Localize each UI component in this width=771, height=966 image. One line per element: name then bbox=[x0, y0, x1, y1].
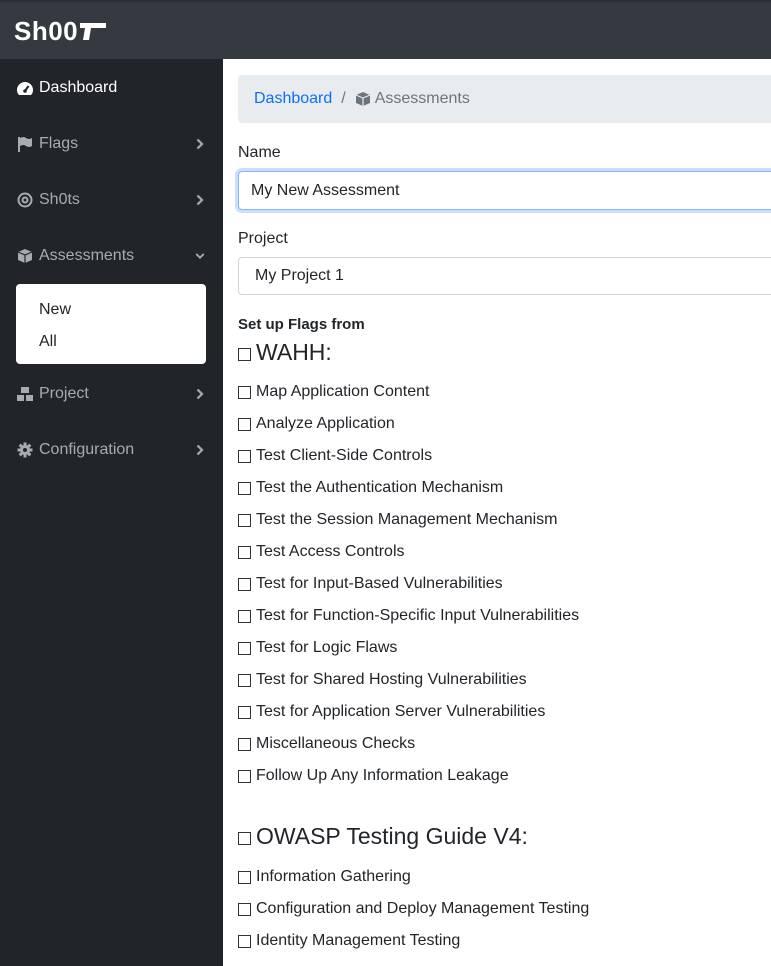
flag-checkbox[interactable] bbox=[238, 417, 251, 431]
flag-label: Identity Management Testing bbox=[256, 932, 461, 949]
flag-checkbox-row: Test for Logic Flaws bbox=[238, 638, 397, 658]
flag-checkbox-row: Test for Input-Based Vulnerabilities bbox=[238, 574, 503, 594]
flag-checkbox-row: Miscellaneous Checks bbox=[238, 734, 415, 754]
sidebar-item-label: Sh0ts bbox=[39, 191, 80, 208]
flag-label: Test for Application Server Vulnerabilit… bbox=[256, 703, 546, 720]
gauge-icon bbox=[16, 79, 34, 97]
flag-label: Test for Input-Based Vulnerabilities bbox=[256, 575, 503, 592]
logo-text: Sh00 bbox=[14, 15, 79, 46]
name-label: Name bbox=[238, 144, 281, 161]
flag-checkbox-row: Test Access Controls bbox=[238, 542, 405, 562]
flag-label: Test the Session Management Mechanism bbox=[256, 511, 558, 528]
group-title-wahh: WAHH: bbox=[238, 339, 332, 366]
flag-label: Information Gathering bbox=[256, 868, 411, 885]
flag-checkbox-row: Test the Session Management Mechanism bbox=[238, 510, 557, 530]
flag-checkbox[interactable] bbox=[238, 481, 251, 495]
flag-label: Test the Authentication Mechanism bbox=[256, 479, 504, 496]
flag-checkbox[interactable] bbox=[238, 449, 251, 463]
gear-icon bbox=[16, 441, 34, 459]
flag-checkbox[interactable] bbox=[238, 641, 251, 655]
flag-checkbox[interactable] bbox=[238, 673, 251, 687]
flag-icon bbox=[16, 135, 34, 153]
flag-checkbox-row: Test for Function-Specific Input Vulnera… bbox=[238, 606, 579, 626]
sidebar-item-configuration[interactable]: Configuration bbox=[0, 430, 223, 470]
flag-label: Test Access Controls bbox=[256, 543, 405, 560]
flag-checkbox[interactable] bbox=[238, 545, 251, 559]
flag-checkbox[interactable] bbox=[238, 705, 251, 719]
cubes-icon bbox=[16, 385, 34, 403]
flags-section-label: Set up Flags from bbox=[238, 316, 365, 333]
group-checkbox-wahh[interactable] bbox=[238, 348, 251, 361]
flag-checkbox[interactable] bbox=[238, 737, 251, 751]
chevron-right-icon bbox=[195, 193, 205, 207]
sidebar-item-label: Project bbox=[39, 385, 89, 402]
breadcrumb-current-label: Assessments bbox=[374, 90, 470, 107]
flag-checkbox-row: Test for Shared Hosting Vulnerabilities bbox=[238, 670, 527, 690]
breadcrumb-current: Assessments bbox=[355, 90, 470, 108]
sidebar-item-label: Configuration bbox=[39, 441, 135, 458]
group-title-label: WAHH: bbox=[256, 339, 332, 365]
top-navbar: Sh00 bbox=[0, 0, 771, 59]
flag-label: Test for Function-Specific Input Vulnera… bbox=[256, 607, 580, 624]
sidebar-item-flags[interactable]: Flags bbox=[0, 124, 223, 164]
sidebar-item-project[interactable]: Project bbox=[0, 374, 223, 414]
assessments-submenu: New All bbox=[16, 284, 206, 364]
submenu-item-all[interactable]: All bbox=[39, 333, 57, 351]
group-title-label: OWASP Testing Guide V4: bbox=[256, 823, 528, 849]
chevron-down-icon bbox=[195, 249, 205, 263]
flag-label: Analyze Application bbox=[256, 415, 395, 432]
group-checkbox-owasp[interactable] bbox=[238, 832, 251, 845]
project-select-value: My Project 1 bbox=[255, 267, 344, 284]
sidebar-item-sh0ts[interactable]: Sh0ts bbox=[0, 180, 223, 220]
flag-label: Test for Shared Hosting Vulnerabilities bbox=[256, 671, 527, 688]
name-input[interactable] bbox=[238, 171, 771, 210]
flag-checkbox[interactable] bbox=[238, 577, 251, 591]
sidebar-item-dashboard[interactable]: Dashboard bbox=[0, 68, 223, 108]
chevron-right-icon bbox=[195, 137, 205, 151]
target-icon bbox=[16, 191, 34, 209]
flag-checkbox[interactable] bbox=[238, 513, 251, 527]
flag-label: Configuration and Deploy Management Test… bbox=[256, 900, 590, 917]
flag-label: Follow Up Any Information Leakage bbox=[256, 767, 509, 784]
flag-checkbox-row: Follow Up Any Information Leakage bbox=[238, 766, 509, 786]
chevron-right-icon bbox=[195, 443, 205, 457]
sidebar-item-assessments[interactable]: Assessments bbox=[0, 236, 223, 276]
flag-checkbox-row: Test Client-Side Controls bbox=[238, 446, 432, 466]
group-title-owasp: OWASP Testing Guide V4: bbox=[238, 823, 528, 850]
flag-label: Test Client-Side Controls bbox=[256, 447, 433, 464]
flag-checkbox[interactable] bbox=[238, 385, 251, 399]
flag-label: Miscellaneous Checks bbox=[256, 735, 416, 752]
flag-checkbox-row: Identity Management Testing bbox=[238, 931, 460, 951]
flag-checkbox[interactable] bbox=[238, 609, 251, 623]
gun-logo-icon bbox=[80, 23, 107, 40]
breadcrumb-separator: / bbox=[341, 90, 346, 107]
sidebar-item-label: Dashboard bbox=[39, 79, 118, 96]
flag-checkbox-row: Analyze Application bbox=[238, 414, 395, 434]
flag-checkbox[interactable] bbox=[238, 769, 251, 783]
flag-label: Map Application Content bbox=[256, 383, 430, 400]
box-icon bbox=[355, 92, 370, 106]
flag-checkbox[interactable] bbox=[238, 902, 251, 916]
sidebar-item-label: Assessments bbox=[39, 247, 135, 264]
app-logo[interactable]: Sh00 bbox=[14, 16, 107, 46]
flag-checkbox-row: Configuration and Deploy Management Test… bbox=[238, 899, 589, 919]
breadcrumb: Dashboard / Assessments bbox=[238, 75, 771, 123]
flag-checkbox[interactable] bbox=[238, 934, 251, 948]
flag-label: Test for Logic Flaws bbox=[256, 639, 398, 656]
breadcrumb-home-link[interactable]: Dashboard bbox=[254, 90, 332, 108]
flag-checkbox[interactable] bbox=[238, 870, 251, 884]
box-icon bbox=[16, 247, 34, 265]
chevron-right-icon bbox=[195, 387, 205, 401]
flag-checkbox-row: Map Application Content bbox=[238, 382, 429, 402]
sidebar-item-label: Flags bbox=[39, 135, 79, 152]
submenu-item-new[interactable]: New bbox=[39, 301, 71, 319]
project-select[interactable]: My Project 1 bbox=[238, 257, 771, 295]
flag-checkbox-row: Test the Authentication Mechanism bbox=[238, 478, 503, 498]
project-label: Project bbox=[238, 230, 288, 247]
flag-checkbox-row: Information Gathering bbox=[238, 867, 411, 887]
flag-checkbox-row: Test for Application Server Vulnerabilit… bbox=[238, 702, 545, 722]
